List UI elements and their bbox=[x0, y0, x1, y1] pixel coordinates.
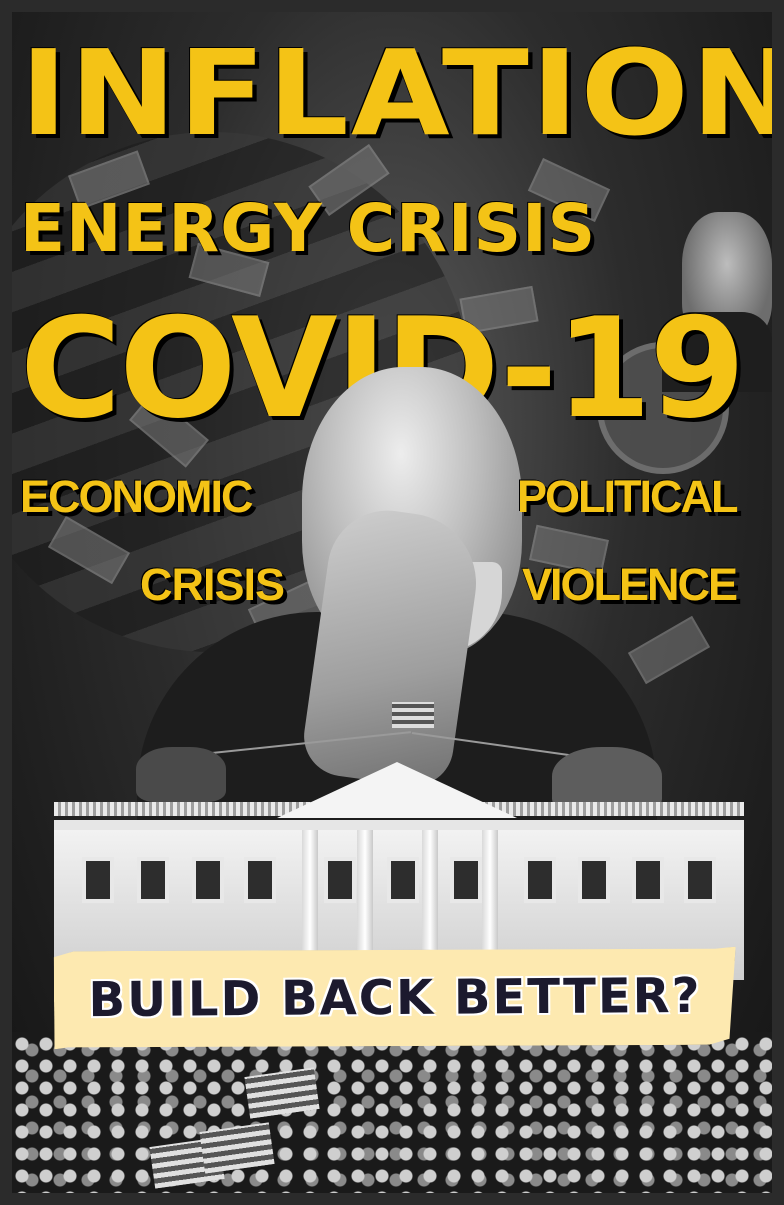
window bbox=[578, 857, 610, 903]
poster: INFLATION ENERGY CRISIS COVID-19 ECONOMI… bbox=[12, 12, 772, 1193]
banner-text: BUILD BACK BETTER? bbox=[88, 967, 702, 1029]
window bbox=[524, 857, 556, 903]
column bbox=[302, 830, 318, 965]
crowd-flag bbox=[244, 1067, 320, 1119]
window bbox=[244, 857, 276, 903]
crowd-flag bbox=[199, 1122, 275, 1174]
window bbox=[137, 857, 169, 903]
window bbox=[387, 857, 419, 903]
column bbox=[482, 830, 498, 965]
window bbox=[450, 857, 482, 903]
window bbox=[324, 857, 356, 903]
window bbox=[192, 857, 224, 903]
pediment bbox=[277, 762, 517, 818]
window bbox=[82, 857, 114, 903]
crowd-photo bbox=[12, 1032, 772, 1193]
window bbox=[684, 857, 716, 903]
build-back-better-banner: BUILD BACK BETTER? bbox=[54, 947, 737, 1050]
window bbox=[632, 857, 664, 903]
column bbox=[422, 830, 438, 965]
column bbox=[357, 830, 373, 965]
